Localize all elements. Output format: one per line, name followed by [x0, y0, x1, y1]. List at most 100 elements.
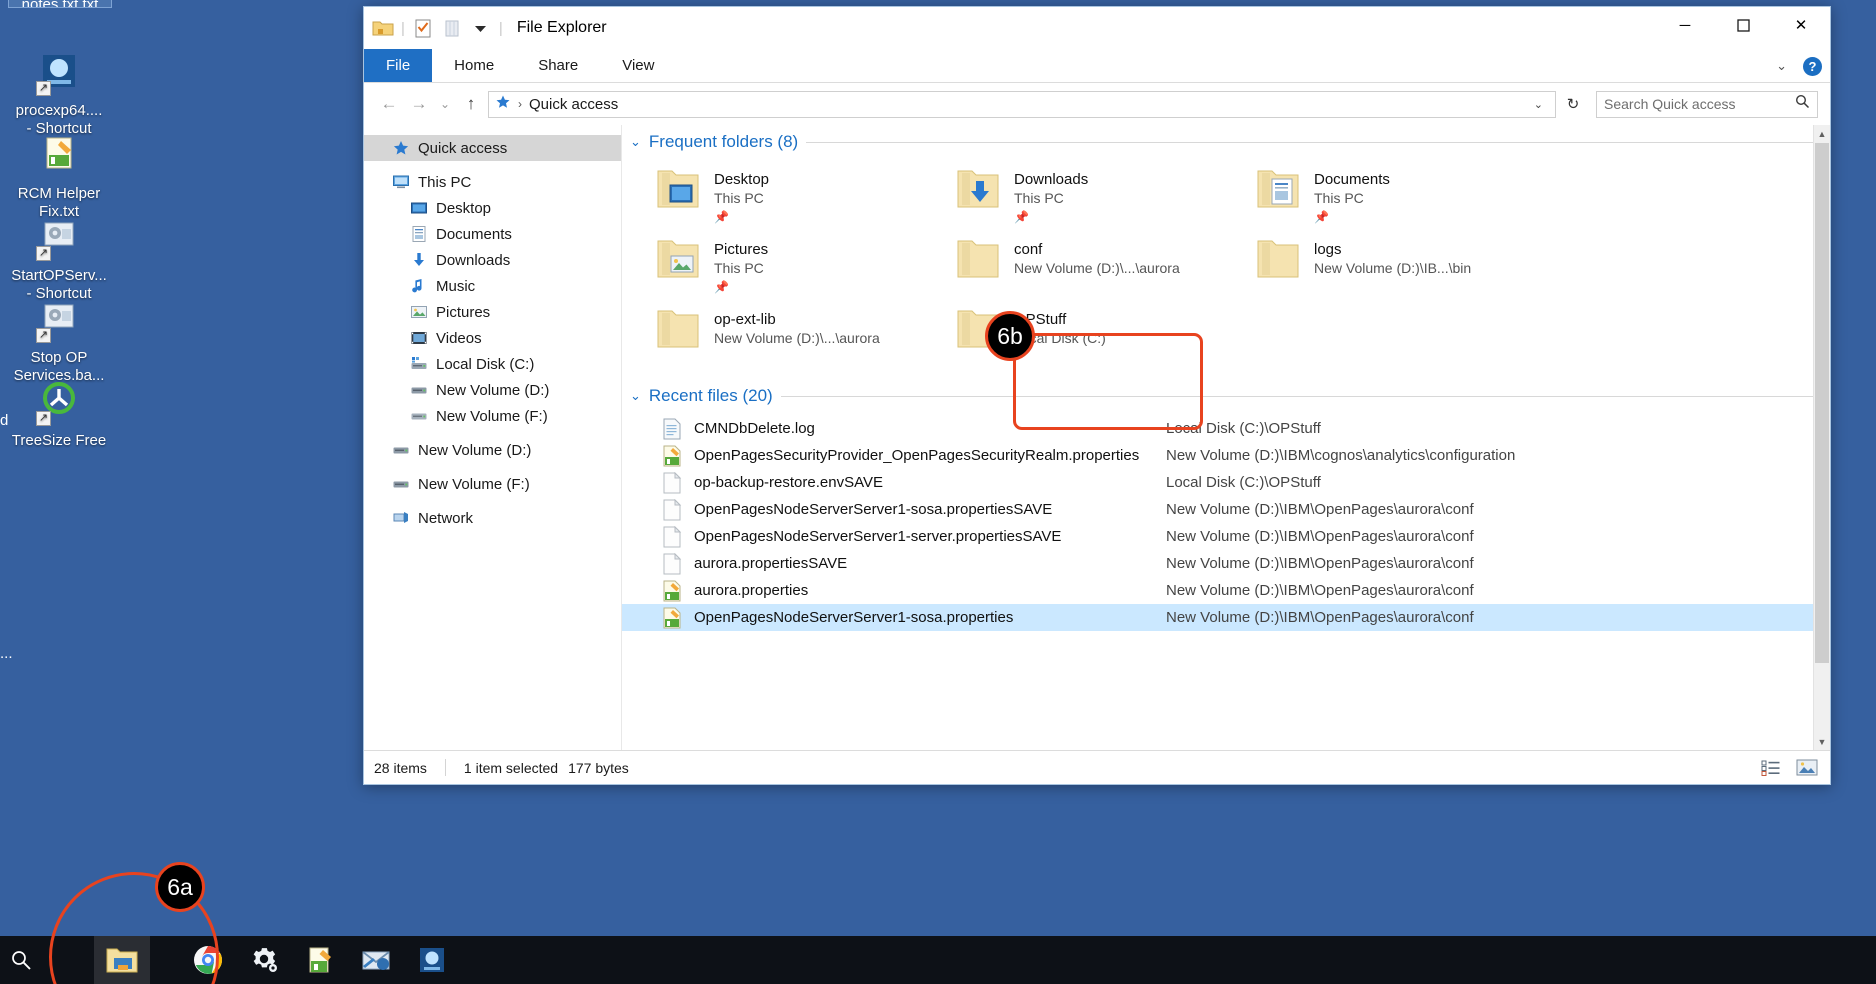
taskbar-mail-button[interactable]: [348, 936, 404, 984]
new-folder-icon[interactable]: [441, 17, 463, 39]
frequent-folders-header[interactable]: ⌄ Frequent folders (8): [622, 125, 1830, 159]
sidebar-item-music[interactable]: Music: [364, 273, 621, 299]
status-item-count: 28 items: [374, 759, 427, 776]
sidebar-item-downloads[interactable]: Downloads: [364, 247, 621, 273]
details-view-icon[interactable]: [1758, 756, 1784, 780]
list-item[interactable]: aurora.propertiesSAVE New Volume (D:)\IB…: [622, 550, 1830, 577]
sidebar-item-new-volume-d[interactable]: New Volume (D:): [364, 437, 621, 463]
sidebar-item-quick-access[interactable]: Quick access: [364, 135, 621, 161]
sidebar-item-documents[interactable]: Documents: [364, 221, 621, 247]
search-box[interactable]: Search Quick access: [1596, 90, 1818, 118]
desktop-icon-startopservices[interactable]: ↗ StartOPServ... - Shortcut: [0, 215, 118, 303]
breadcrumb-dropdown-icon[interactable]: ⌄: [1528, 98, 1549, 111]
checklist-icon[interactable]: [412, 17, 434, 39]
breadcrumb-bar[interactable]: › Quick access ⌄: [488, 90, 1556, 118]
file-path: New Volume (D:)\IBM\OpenPages\aurora\con…: [1166, 582, 1474, 599]
desktop-icon-label-notes: notes.txt.txt: [8, 0, 112, 8]
search-icon[interactable]: [1795, 94, 1810, 114]
recent-locations-button[interactable]: ⌄: [436, 91, 454, 117]
taskbar-text-editor-button[interactable]: [292, 936, 348, 984]
sidebar-item-network[interactable]: Network: [364, 505, 621, 531]
refresh-button[interactable]: ↻: [1560, 91, 1586, 118]
shortcut-overlay-icon: ↗: [36, 246, 51, 261]
sidebar-item-local-disk-c[interactable]: Local Disk (C:): [364, 351, 621, 377]
file-path: New Volume (D:)\IBM\OpenPages\aurora\con…: [1166, 609, 1474, 626]
desktop-icon-treesize-free[interactable]: ↗ TreeSize Free: [0, 380, 118, 450]
chevron-down-icon[interactable]: [470, 17, 492, 39]
properties-file-icon: [662, 445, 682, 467]
list-item[interactable]: OpenPagesNodeServerServer1-server.proper…: [622, 523, 1830, 550]
forward-button[interactable]: →: [406, 91, 432, 117]
pin-icon: 📌: [1014, 210, 1029, 224]
tab-home[interactable]: Home: [432, 49, 516, 82]
up-button[interactable]: ↑: [458, 91, 484, 117]
sidebar-item-this-pc[interactable]: This PC: [364, 169, 621, 195]
tab-file[interactable]: File: [364, 49, 433, 82]
list-item[interactable]: aurora.properties New Volume (D:)\IBM\Op…: [622, 577, 1830, 604]
frequent-folder-downloads[interactable]: Downloads This PC 📌: [952, 163, 1252, 233]
taskbar-file-explorer-button[interactable]: [94, 936, 150, 984]
desktop-icon-rcm-helper-fix[interactable]: RCM Helper Fix.txt: [0, 133, 118, 221]
large-icons-view-icon[interactable]: [1794, 756, 1820, 780]
chevron-down-icon[interactable]: ⌄: [630, 388, 641, 404]
frequent-folder-logs[interactable]: logs New Volume (D:)\IB...\bin: [1252, 233, 1552, 303]
taskbar-process-explorer-button[interactable]: [404, 936, 460, 984]
list-item[interactable]: op-backup-restore.envSAVE Local Disk (C:…: [622, 469, 1830, 496]
chevron-down-icon[interactable]: ⌄: [630, 134, 641, 150]
desktop-icon-procexp64[interactable]: ↗ procexp64.... - Shortcut: [0, 50, 118, 138]
sidebar-item-desktop[interactable]: Desktop: [364, 195, 621, 221]
search-input[interactable]: Search Quick access: [1604, 96, 1795, 112]
desktop-icon-label-line1: procexp64....: [15, 102, 103, 119]
generic-file-icon: [662, 525, 682, 548]
desktop-icon-stop-op-services[interactable]: ↗ Stop OP Services.ba...: [0, 297, 118, 385]
file-name: op-backup-restore.envSAVE: [694, 474, 883, 491]
scrollbar-thumb[interactable]: [1815, 143, 1829, 663]
music-icon: [410, 277, 428, 295]
breadcrumb-current[interactable]: Quick access: [529, 96, 618, 113]
list-item[interactable]: OpenPagesSecurityProvider_OpenPagesSecur…: [622, 442, 1830, 469]
frequent-folder-documents[interactable]: Documents This PC 📌: [1252, 163, 1552, 233]
list-item[interactable]: CMNDbDelete.log Local Disk (C:)\OPStuff: [622, 415, 1830, 442]
sidebar-item-new-volume-f-child[interactable]: New Volume (F:): [364, 403, 621, 429]
taskbar-search-icon[interactable]: [0, 949, 42, 971]
folder-icon: [952, 237, 1004, 283]
maximize-button[interactable]: [1714, 7, 1772, 43]
ribbon-expand-chevron-icon[interactable]: ⌄: [1776, 58, 1787, 74]
close-button[interactable]: ✕: [1772, 7, 1830, 43]
frequent-folder-conf[interactable]: conf New Volume (D:)\...\aurora: [952, 233, 1252, 303]
taskbar-chrome-button[interactable]: [180, 936, 236, 984]
help-icon[interactable]: ?: [1803, 56, 1822, 76]
folder-meta: Pictures This PC 📌: [714, 237, 768, 296]
sidebar-item-new-volume-d-child[interactable]: New Volume (D:): [364, 377, 621, 403]
tab-share[interactable]: Share: [516, 49, 600, 82]
scroll-down-arrow-icon[interactable]: ▼: [1814, 733, 1830, 750]
folder-name: op-ext-lib: [714, 311, 776, 328]
frequent-folder-pictures[interactable]: Pictures This PC 📌: [652, 233, 952, 303]
folder-path: New Volume (D:)\...\aurora: [714, 330, 880, 346]
sidebar-item-videos[interactable]: Videos: [364, 325, 621, 351]
back-button[interactable]: ←: [376, 91, 402, 117]
shortcut-overlay-icon: ↗: [36, 328, 51, 343]
tab-view[interactable]: View: [600, 49, 676, 82]
sidebar-item-pictures[interactable]: Pictures: [364, 299, 621, 325]
folder-icon: [652, 237, 704, 283]
list-item[interactable]: OpenPagesNodeServerServer1-sosa.properti…: [622, 604, 1830, 631]
list-item[interactable]: OpenPagesNodeServerServer1-sosa.properti…: [622, 496, 1830, 523]
scroll-up-arrow-icon[interactable]: ▲: [1814, 125, 1830, 142]
taskbar-settings-button[interactable]: [236, 936, 292, 984]
minimize-button[interactable]: ─: [1656, 7, 1714, 43]
sidebar-label: Quick access: [418, 139, 508, 157]
generic-file-icon: [662, 471, 682, 494]
frequent-folders-grid: Desktop This PC 📌 Downloads This PC 📌 Do…: [622, 159, 1830, 373]
sidebar-label: Music: [436, 277, 476, 295]
documents-icon: [410, 225, 428, 243]
shortcut-overlay-icon: ↗: [36, 411, 51, 426]
file-path: New Volume (D:)\IBM\OpenPages\aurora\con…: [1166, 555, 1474, 572]
recent-files-header[interactable]: ⌄ Recent files (20): [622, 379, 1830, 413]
frequent-folder-op-ext-lib[interactable]: op-ext-lib New Volume (D:)\...\aurora: [652, 303, 952, 373]
frequent-folder-desktop[interactable]: Desktop This PC 📌: [652, 163, 952, 233]
folder-home-icon[interactable]: [372, 17, 394, 39]
vertical-scrollbar[interactable]: ▲ ▼: [1813, 125, 1830, 750]
sidebar-item-new-volume-f[interactable]: New Volume (F:): [364, 471, 621, 497]
